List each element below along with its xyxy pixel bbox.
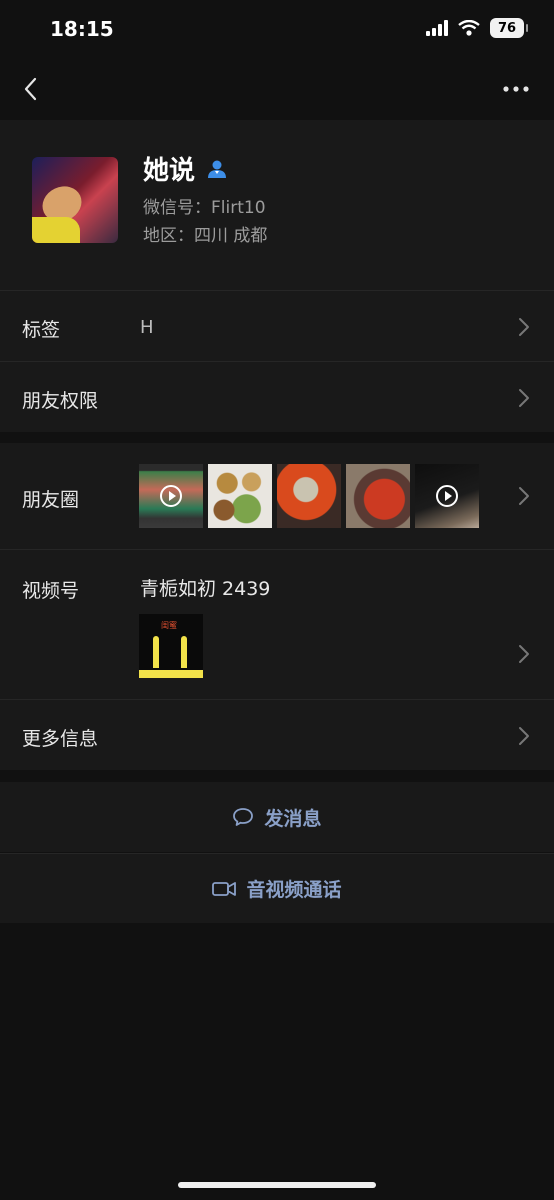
wifi-icon: [458, 20, 480, 36]
tags-label: 标签: [22, 319, 61, 341]
wechat-id: 微信号：Flirt10: [143, 198, 266, 218]
moments-thumb[interactable]: [277, 464, 341, 528]
moments-thumbnails: [139, 464, 479, 528]
play-icon: [160, 485, 182, 507]
more-info-row[interactable]: 更多信息: [0, 699, 554, 770]
chevron-right-icon: [519, 645, 529, 663]
chevron-right-icon: [519, 389, 529, 407]
name-row: 她说: [143, 150, 227, 187]
person-icon: [208, 160, 227, 178]
channels-label: 视频号: [22, 580, 80, 602]
battery-level: 76: [497, 20, 517, 36]
status-bar: 18:15 76: [0, 0, 554, 60]
av-call-label: 音视频通话: [246, 879, 342, 901]
moments-thumb[interactable]: [415, 464, 479, 528]
settings-group-2: 朋友圈 视频号 青栀如初 2439 闺蜜 更多信息: [0, 443, 554, 770]
settings-group-1: 标签 H 朋友权限: [0, 290, 554, 432]
send-message-button[interactable]: 发消息: [0, 782, 554, 852]
chevron-left-icon: [24, 77, 37, 101]
chevron-right-icon: [519, 318, 529, 336]
back-button[interactable]: [16, 74, 44, 104]
more-options-button[interactable]: [500, 78, 532, 100]
chat-bubble-icon: [233, 808, 254, 826]
channels-thumbnail[interactable]: 闺蜜: [139, 614, 203, 678]
tags-value: H: [140, 317, 154, 338]
contact-name: 她说: [143, 156, 196, 186]
contact-profile-screen: 18:15 76 她说 微信号：Flirt10 地区：四川 成都 标签 H 朋友…: [0, 0, 554, 1200]
av-call-button[interactable]: 音视频通话: [0, 853, 554, 923]
battery-indicator: 76: [490, 18, 528, 38]
tags-row[interactable]: 标签 H: [0, 290, 554, 361]
send-message-label: 发消息: [264, 807, 322, 830]
home-indicator[interactable]: [178, 1182, 376, 1188]
chevron-right-icon: [519, 487, 529, 505]
channels-thumb-text: 闺蜜: [161, 621, 177, 630]
channels-row[interactable]: 视频号 青栀如初 2439 闺蜜: [0, 549, 554, 699]
avatar[interactable]: [32, 157, 118, 243]
profile-header: 她说 微信号：Flirt10 地区：四川 成都: [0, 120, 554, 290]
moments-thumb[interactable]: [208, 464, 272, 528]
cellular-signal-icon: [426, 20, 448, 36]
moments-thumb[interactable]: [139, 464, 203, 528]
permissions-row[interactable]: 朋友权限: [0, 361, 554, 432]
more-info-label: 更多信息: [22, 728, 99, 750]
permissions-label: 朋友权限: [22, 390, 99, 412]
moments-label: 朋友圈: [22, 489, 80, 511]
status-time: 18:15: [50, 17, 114, 41]
video-camera-icon: [212, 881, 237, 896]
moments-row[interactable]: 朋友圈: [0, 443, 554, 549]
region: 地区：四川 成都: [143, 226, 268, 246]
channels-name: 青栀如初 2439: [140, 578, 271, 600]
moments-thumb[interactable]: [346, 464, 410, 528]
ellipsis-icon: [503, 86, 529, 92]
status-icons: 76: [426, 18, 528, 38]
play-icon: [436, 485, 458, 507]
chevron-right-icon: [519, 727, 529, 745]
